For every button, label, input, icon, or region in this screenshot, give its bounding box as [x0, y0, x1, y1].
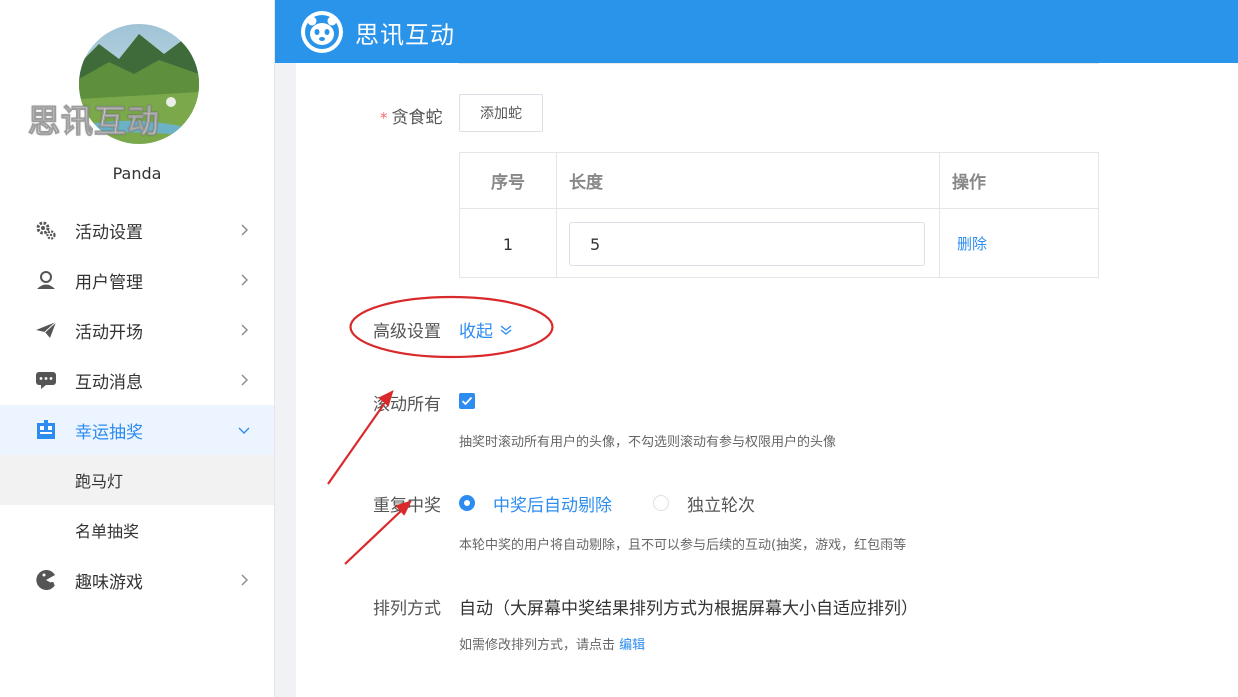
chat-icon — [35, 370, 57, 390]
game-icon — [35, 570, 57, 590]
radio-independent-round-label[interactable]: 独立轮次 — [687, 491, 755, 516]
snake-label: * 贪食蛇 — [380, 103, 443, 128]
lottery-icon — [35, 420, 57, 440]
sidebar-item-lucky-draw[interactable]: 幸运抽奖 — [0, 405, 274, 455]
main-content: * 贪食蛇 添加蛇 序号 长度 操作 1 5 删除 高级设置 收起 滚动所有 抽奖… — [296, 63, 1238, 697]
panda-logo-icon — [301, 11, 343, 53]
scroll-all-hint: 抽奖时滚动所有用户的头像，不勾选则滚动有参与权限用户的头像 — [459, 435, 837, 450]
sort-label: 排列方式 — [373, 599, 441, 619]
sidebar-item-label: 用户管理 — [75, 272, 143, 293]
radio-auto-remove[interactable] — [459, 495, 475, 511]
username: Panda — [112, 164, 162, 183]
delete-link[interactable]: 删除 — [957, 233, 987, 254]
table-header-index: 序号 — [491, 173, 525, 193]
brand-title: 思讯互动 — [355, 21, 455, 49]
sort-hint: 如需修改排列方式，请点击 编辑 — [459, 634, 645, 653]
table-divider — [939, 153, 940, 277]
radio-auto-remove-label[interactable]: 中奖后自动剔除 — [493, 491, 612, 516]
add-snake-button[interactable]: 添加蛇 — [459, 94, 543, 132]
table-header-action: 操作 — [952, 173, 986, 193]
sidebar-item-label: 活动设置 — [75, 222, 143, 243]
sidebar-item-activity-settings[interactable]: 活动设置 — [0, 205, 274, 255]
sidebar-item-fun-games[interactable]: 趣味游戏 — [0, 555, 274, 605]
sort-hint-text: 如需修改排列方式，请点击 — [459, 638, 616, 653]
user-icon — [35, 270, 57, 290]
annotation-ellipse — [349, 295, 554, 359]
chevron-right-icon — [241, 374, 248, 386]
top-header: 思讯互动 — [275, 0, 1238, 63]
edit-link[interactable]: 编辑 — [619, 638, 645, 653]
scroll-all-label: 滚动所有 — [373, 395, 441, 415]
repeat-win-label: 重复中奖 — [373, 496, 441, 516]
chevron-down-icon — [238, 427, 250, 434]
sidebar-item-label: 趣味游戏 — [75, 572, 143, 593]
snake-table: 序号 长度 操作 1 5 删除 — [459, 152, 1099, 278]
sidebar-item-activity-opening[interactable]: 活动开场 — [0, 305, 274, 355]
chevron-right-icon — [241, 274, 248, 286]
sidebar-menu: 活动设置 用户管理 活动开场 互动消息 幸运抽奖 跑马灯 名单抽奖 趣味游戏 — [0, 205, 274, 605]
chevron-right-icon — [241, 324, 248, 336]
check-icon — [461, 396, 473, 406]
sidebar: 思讯互动 Panda 活动设置 用户管理 活动开场 互动消息 幸运抽奖 跑马灯 … — [0, 0, 275, 697]
sidebar-item-interactive-messages[interactable]: 互动消息 — [0, 355, 274, 405]
sidebar-subitem-list-draw[interactable]: 名单抽奖 — [0, 505, 274, 555]
sidebar-item-label: 幸运抽奖 — [75, 422, 143, 443]
sidebar-subitem-marquee[interactable]: 跑马灯 — [0, 455, 274, 505]
length-input[interactable]: 5 — [569, 222, 925, 266]
divider — [459, 63, 1099, 64]
radio-independent-round[interactable] — [653, 495, 669, 511]
snake-label-text: 贪食蛇 — [391, 108, 443, 128]
sidebar-item-label: 活动开场 — [75, 322, 143, 343]
table-header-length: 长度 — [569, 173, 603, 193]
required-mark: * — [380, 109, 388, 127]
table-divider — [556, 153, 557, 277]
scroll-all-checkbox[interactable] — [459, 393, 475, 409]
paper-plane-icon — [35, 320, 57, 340]
chevron-right-icon — [241, 224, 248, 236]
watermark-text: 思讯互动 — [27, 102, 161, 141]
sidebar-subitem-label: 名单抽奖 — [75, 522, 140, 541]
chevron-right-icon — [241, 574, 248, 586]
repeat-win-hint: 本轮中奖的用户将自动剔除，且不可以参与后续的互动(抽奖，游戏，红包雨等 — [459, 538, 907, 553]
sidebar-item-label: 互动消息 — [75, 372, 143, 393]
sidebar-item-user-management[interactable]: 用户管理 — [0, 255, 274, 305]
sort-value: 自动（大屏幕中奖结果排列方式为根据屏幕大小自适应排列） — [459, 599, 918, 619]
table-cell-index: 1 — [502, 234, 514, 254]
gears-icon — [35, 220, 57, 240]
sidebar-subitem-label: 跑马灯 — [75, 472, 124, 491]
